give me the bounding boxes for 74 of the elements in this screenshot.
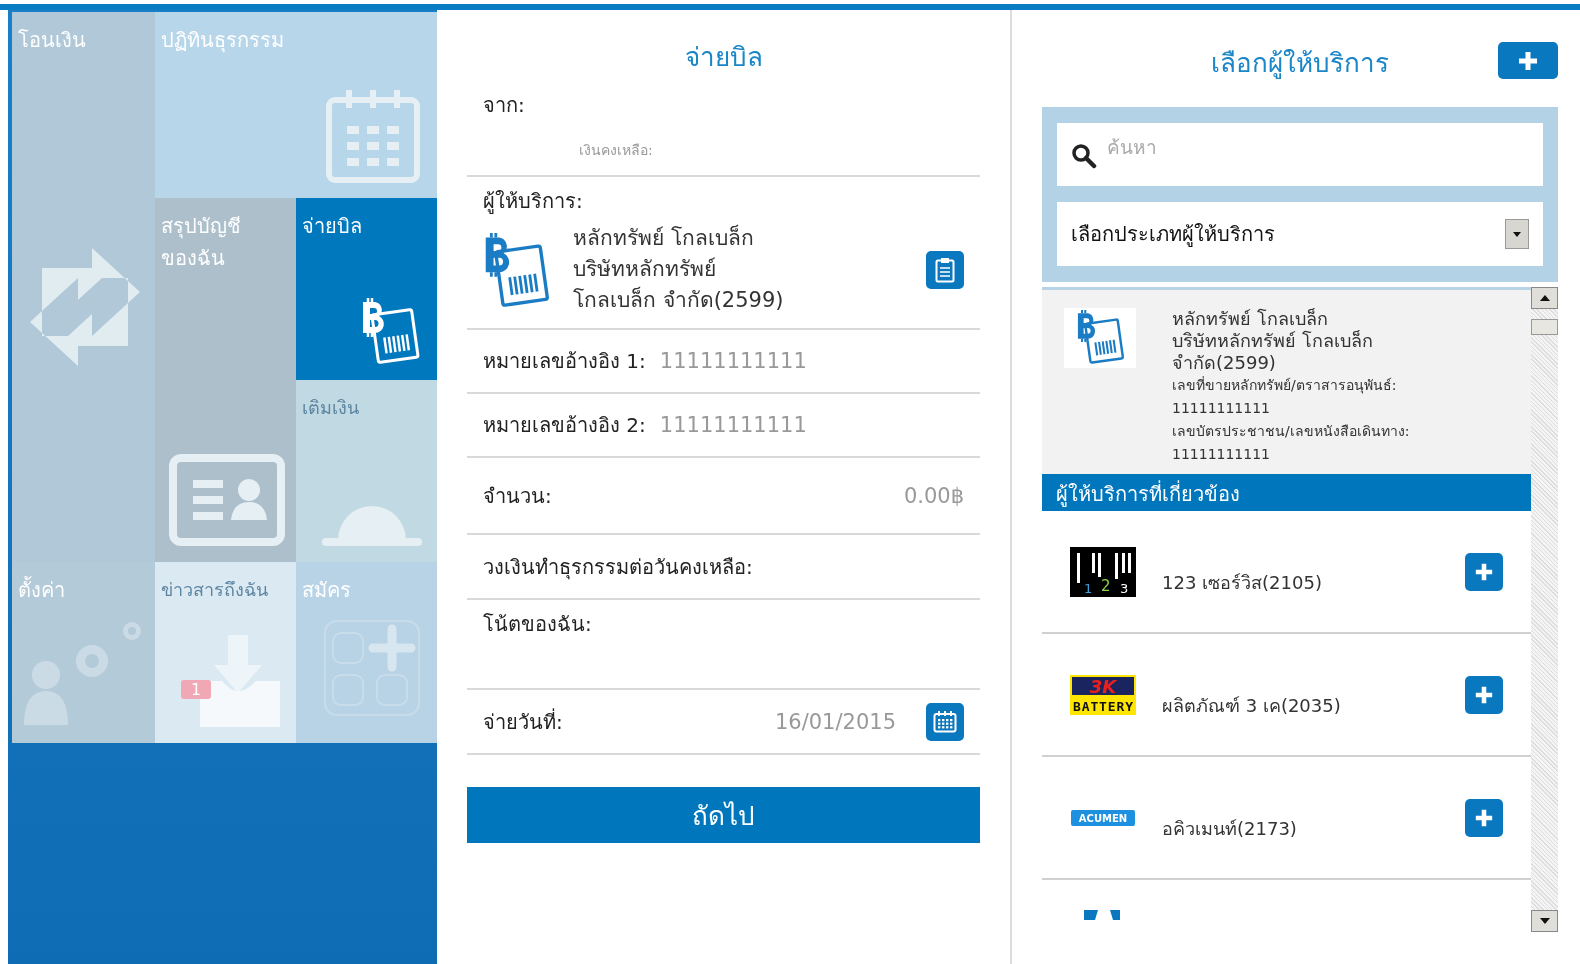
calendar-button[interactable] bbox=[926, 702, 964, 741]
menu-tile[interactable]: ปฏิทินธุรกรรม bbox=[155, 12, 437, 198]
provider-name: จำกัด(2599) bbox=[1172, 352, 1277, 374]
provider-name: บริษัทหลักทรัพย์ โกลเบล็ก bbox=[1172, 330, 1374, 352]
field-label: จำนวน: bbox=[483, 482, 552, 510]
clipboard-icon bbox=[935, 256, 955, 283]
logo-marks-icon bbox=[1083, 910, 1123, 920]
provider-name: หลักทรัพย์ โกลเบล็ก bbox=[1172, 308, 1329, 330]
calendar-icon bbox=[933, 710, 957, 733]
transfer-arrows-icon bbox=[28, 248, 142, 366]
tile-label: ตั้งค่า bbox=[18, 575, 65, 604]
battery-logo: 3K BATTERY bbox=[1070, 674, 1136, 715]
tile-label: เติมเงิน bbox=[302, 396, 359, 420]
section-header: ผู้ให้บริการที่เกี่ยวข้อง bbox=[1042, 474, 1531, 511]
id-card-icon bbox=[169, 454, 285, 546]
provider-type-dropdown[interactable]: เลือกประเภทผู้ให้บริการ bbox=[1057, 202, 1543, 266]
next-button[interactable]: ถัดไป bbox=[467, 787, 980, 843]
menu-tile[interactable]: โอนเงิน bbox=[12, 12, 155, 562]
menu-tile[interactable]: จ่ายบิล bbox=[296, 198, 437, 380]
add-provider-button[interactable] bbox=[1465, 552, 1503, 591]
plus-icon bbox=[1474, 684, 1494, 705]
field-label: โน้ตของฉัน: bbox=[483, 611, 592, 638]
add-button[interactable] bbox=[1498, 42, 1558, 79]
date-value[interactable]: 16/01/2015 bbox=[774, 709, 896, 734]
field-label: หมายเลขอ้างอิง 1: bbox=[483, 348, 646, 375]
form-title: จ่ายบิล bbox=[683, 41, 764, 74]
provider-name: โกลเบล็ก จำกัด(2599) bbox=[573, 285, 785, 314]
clipboard-button[interactable] bbox=[926, 250, 964, 289]
provider-detail: 11111111111 bbox=[1172, 445, 1271, 464]
reference-value[interactable]: 11111111111 bbox=[659, 349, 807, 373]
plus-icon bbox=[1474, 807, 1494, 828]
menu-tile[interactable]: ตั้งค่า bbox=[12, 562, 155, 743]
tile-label: โอนเงิน bbox=[18, 27, 86, 54]
tile-label: ปฏิทินธุรกรรม bbox=[161, 27, 284, 55]
provider-name: บริษัทหลักทรัพย์ bbox=[573, 256, 717, 283]
field-label: หมายเลขอ้างอิง 2: bbox=[483, 412, 646, 439]
menu-tile[interactable]: สรุปบัญชีของฉัน bbox=[155, 198, 296, 562]
calendar-icon bbox=[325, 88, 421, 184]
provider-name[interactable]: ผลิตภัณฑ์ 3 เค(2035) bbox=[1162, 691, 1465, 720]
menu-tile[interactable]: เติมเงิน bbox=[296, 380, 437, 562]
reference-value[interactable]: 11111111111 bbox=[659, 413, 807, 437]
field-label: วงเงินทำธุรกรรมต่อวันคงเหลือ: bbox=[483, 553, 753, 582]
field-label: จ่ายวันที่: bbox=[483, 707, 563, 736]
count-badge: 1 bbox=[181, 680, 212, 699]
add-provider-button[interactable] bbox=[1465, 675, 1503, 714]
menu-tile[interactable]: สมัคร bbox=[296, 562, 437, 743]
add-provider-button[interactable] bbox=[1465, 798, 1503, 837]
provider-name[interactable]: อคิวเมนท์(2173) bbox=[1162, 814, 1465, 843]
tile-label: จ่ายบิล bbox=[302, 213, 362, 240]
panel-title: เลือกผู้ให้บริการ bbox=[1211, 46, 1389, 81]
field-label: จาก: bbox=[483, 92, 525, 119]
provider-detail: เลขที่ขายหลักทรัพย์/ตราสารอนุพันธ์: bbox=[1172, 375, 1398, 396]
scroll-down-icon[interactable] bbox=[1539, 918, 1550, 924]
scroll-up-icon[interactable] bbox=[1539, 295, 1550, 301]
scrollbar[interactable] bbox=[1531, 287, 1558, 932]
provider-detail: 11111111111 bbox=[1172, 399, 1271, 418]
provider-name[interactable]: 123 เซอร์วิส(2105) bbox=[1162, 568, 1465, 597]
menu-tile[interactable]: ข่าวสารถึงฉัน 1 bbox=[155, 562, 296, 743]
tile-label: สมัคร bbox=[302, 577, 351, 604]
acumen-logo: ACUMEN bbox=[1071, 809, 1135, 826]
provider-name: หลักทรัพย์ โกลเบล็ก bbox=[573, 223, 755, 252]
search-box[interactable]: ค้นหา bbox=[1057, 123, 1543, 186]
tile-label: สรุปบัญชีของฉัน bbox=[161, 213, 242, 272]
balance-label: เงินคงเหลือ: bbox=[579, 141, 653, 160]
barcode-logo: 1 2 3 bbox=[1070, 546, 1136, 597]
tile-label: ข่าวสารถึงฉัน bbox=[161, 578, 268, 602]
provider-detail: เลขบัตรประชาชน/เลขหนังสือเดินทาง: bbox=[1172, 422, 1410, 441]
plus-icon bbox=[1474, 561, 1494, 582]
scroll-thumb[interactable] bbox=[1531, 319, 1558, 335]
apps-plus-icon bbox=[323, 619, 421, 717]
field-label: ผู้ให้บริการ: bbox=[483, 188, 584, 216]
amount-value[interactable]: 0.00฿ bbox=[903, 483, 964, 508]
search-icon bbox=[1071, 143, 1097, 169]
plus-icon bbox=[1517, 49, 1539, 72]
